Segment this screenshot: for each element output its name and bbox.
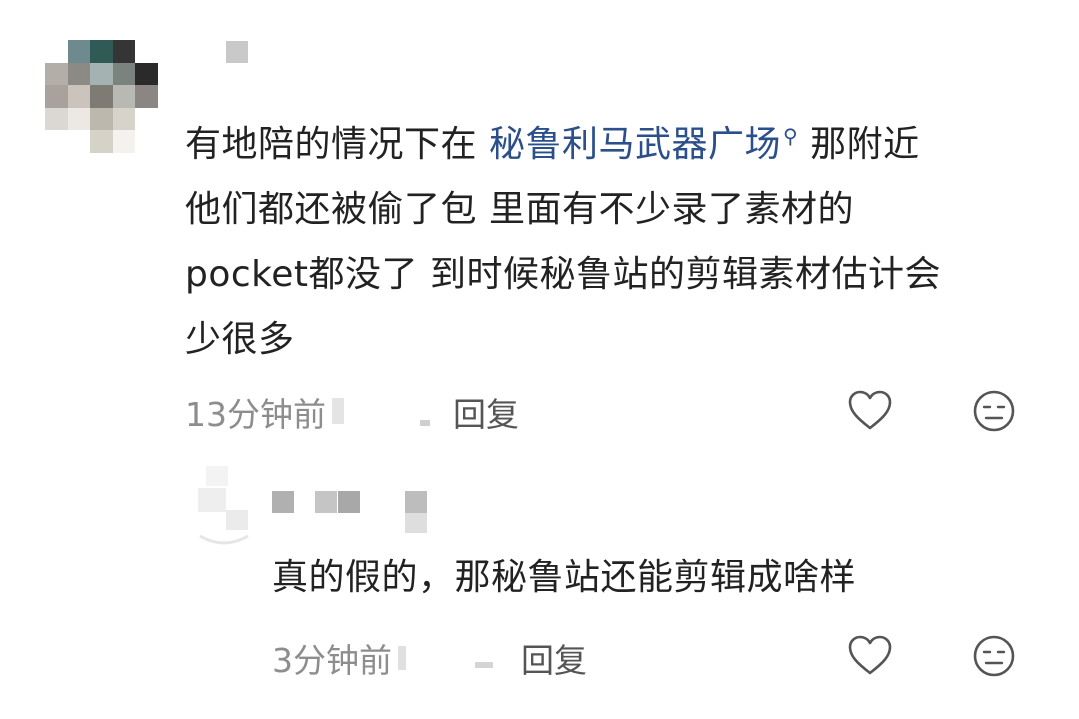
comment-line: 他们都还被偷了包 里面有不少录了素材的 [185,189,854,230]
username[interactable] [405,513,427,533]
comment-line: pocket都没了 到时候秘鲁站的剪辑素材估计会 [185,254,941,295]
heart-outline-icon[interactable] [847,388,893,434]
neutral-face-icon[interactable] [971,388,1017,434]
location-blur [332,398,344,424]
topic-link-label: 秘鲁利马武器广场 [488,124,781,165]
topic-link[interactable]: 秘鲁利马武器广场 ⚲ [489,124,798,165]
comment-timestamp: 13分钟前 [185,395,326,434]
username[interactable] [272,491,294,513]
location-blur [475,662,493,668]
username[interactable] [405,491,427,513]
comment-timestamp: 3分钟前 [272,641,392,680]
comment-text: 有地陪的情况下在 秘鲁利马武器广场 ⚲ 那附近 他们都还被偷了包 里面有不少录了素… [185,104,1045,372]
username[interactable] [338,491,360,513]
search-icon: ⚲ [782,124,799,148]
comment-line: 少很多 [185,319,295,360]
comment-text-segment: 有地陪的情况下在 [185,124,489,165]
comment-text: 真的假的，那秘鲁站还能剪辑成啥样 [272,557,857,598]
username[interactable] [226,41,248,63]
neutral-face-icon[interactable] [971,633,1017,679]
avatar[interactable] [45,40,158,153]
reply-button[interactable]: 回复 [453,388,519,436]
comment-text-segment: 那附近 [810,124,920,165]
location-blur [420,420,430,426]
comment-line: 有地陪的情况下在 秘鲁利马武器广场 ⚲ 那附近 [185,104,1045,177]
location-blur [398,646,406,670]
avatar[interactable] [196,466,252,546]
username[interactable] [315,491,337,513]
reply-button[interactable]: 回复 [521,634,587,682]
heart-outline-icon[interactable] [847,633,893,679]
